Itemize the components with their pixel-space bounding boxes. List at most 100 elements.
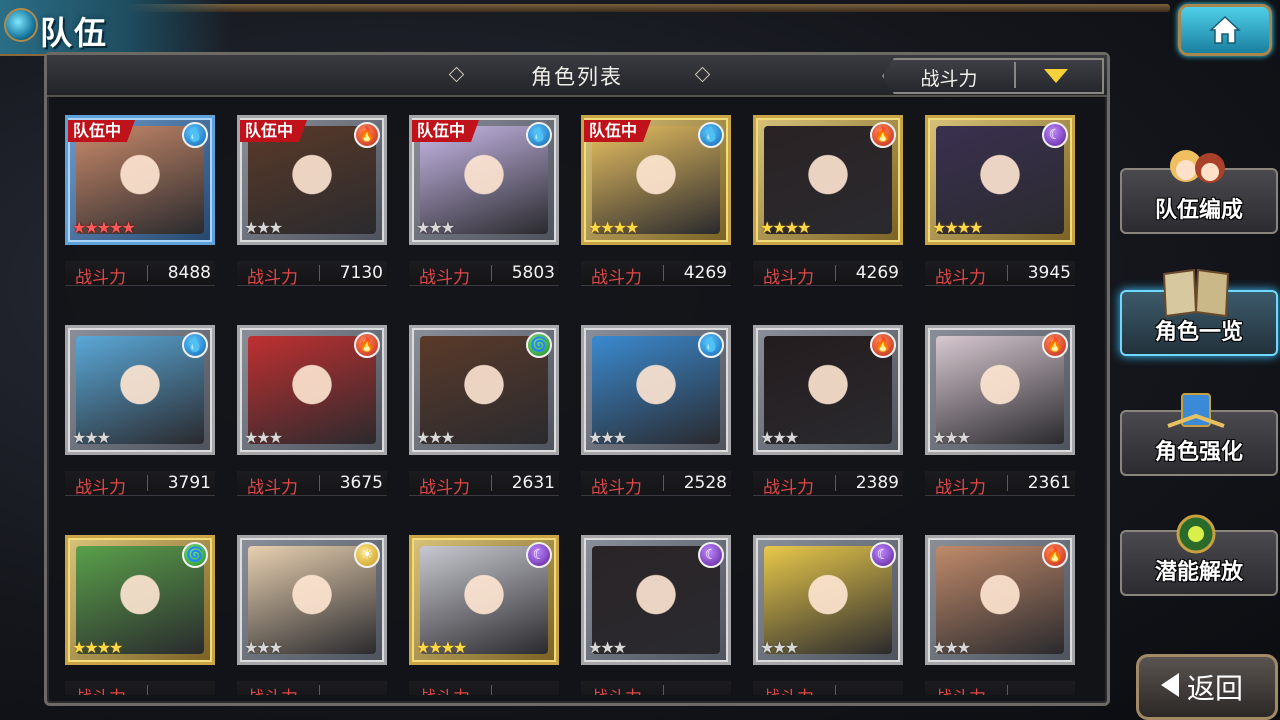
character-portrait[interactable]: ☾ ★★★★ <box>925 115 1075 245</box>
potential-unlock-button[interactable]: 潜能解放 <box>1120 514 1278 596</box>
character-portrait[interactable]: 🔥 ★★★ <box>925 535 1075 665</box>
in-team-badge: 队伍中 <box>412 120 480 142</box>
character-card[interactable]: ☾ ★★★★ 战斗力 3945 <box>925 115 1077 295</box>
star-icon: ★ <box>84 428 98 447</box>
star-icon: ★ <box>760 428 774 447</box>
character-card[interactable]: 🔥★★★ 战斗力 <box>925 535 1077 695</box>
character-portrait[interactable]: ☀ ★★★ <box>237 535 387 665</box>
character-card[interactable]: 🔥 ★★★ 战斗力 2361 <box>925 325 1077 505</box>
wind-element-icon: 🌀 <box>526 332 552 358</box>
team-edit-label: 队伍编成 <box>1154 198 1243 223</box>
home-button[interactable] <box>1178 4 1272 56</box>
character-card[interactable]: 队伍中 💧 ★★★★★ 战斗力 8488 <box>65 115 217 295</box>
character-portrait[interactable]: 队伍中 💧 ★★★ <box>409 115 559 245</box>
star-icon: ★ <box>416 638 430 657</box>
combat-power-label: 战斗力 <box>935 683 986 695</box>
character-card[interactable]: 🔥 ★★★★ 战斗力 4269 <box>753 115 905 295</box>
combat-power-value: 4269 <box>855 263 899 283</box>
panel-header: 角色列表 战斗力 <box>47 55 1107 97</box>
character-card[interactable]: 队伍中 💧 ★★★★ 战斗力 4269 <box>581 115 733 295</box>
character-card[interactable]: 🌀★★★★战斗力 <box>65 535 217 695</box>
character-card[interactable]: 🔥 ★★★ 战斗力 2389 <box>753 325 905 505</box>
character-card[interactable]: ☀★★★战斗力 <box>237 535 389 695</box>
dark-element-icon: ☾ <box>698 542 724 568</box>
sort-divider <box>1014 62 1016 88</box>
combat-power-bar: 战斗力 <box>581 681 731 695</box>
star-icon: ★ <box>109 638 123 657</box>
character-portrait[interactable]: 🌀 ★★★★ <box>65 535 215 665</box>
character-card[interactable]: ☾★★★ 战斗力 <box>581 535 733 695</box>
combat-power-label: 战斗力 <box>935 268 986 288</box>
combat-power-value: 2528 <box>683 473 727 493</box>
book-icon <box>1162 268 1230 318</box>
in-team-badge: 队伍中 <box>240 120 308 142</box>
character-card[interactable]: 🔥 ★★★ 战斗力 3675 <box>237 325 389 505</box>
power-divider <box>663 475 664 491</box>
rarity-stars: ★★★★★ <box>72 218 136 238</box>
character-portrait[interactable]: 🔥 ★★★★ <box>753 115 903 245</box>
combat-power-bar: 战斗力 3675 <box>237 471 387 498</box>
character-card[interactable]: ☾★★★★ 战斗力 <box>409 535 561 695</box>
character-card[interactable]: 队伍中 💧 ★★★ 战斗力 5803 <box>409 115 561 295</box>
fire-element-icon: 🔥 <box>354 122 380 148</box>
star-icon: ★ <box>612 428 627 447</box>
star-icon: ★ <box>588 218 602 237</box>
combat-power-value: 5803 <box>511 263 555 283</box>
combat-power-label: 战斗力 <box>419 478 470 498</box>
character-card[interactable]: 💧 ★★★ 战斗力 3791 <box>65 325 217 505</box>
fire-element-icon: 🔥 <box>1042 542 1068 568</box>
star-icon: ★ <box>244 428 258 447</box>
rarity-stars: ★★★ <box>932 428 971 448</box>
combat-power-value: 2389 <box>855 473 899 493</box>
star-icon: ★ <box>612 218 627 237</box>
star-icon: ★ <box>268 218 283 237</box>
combat-power-value: 3675 <box>339 473 383 493</box>
combat-power-bar: 战斗力 2528 <box>581 471 731 498</box>
combat-power-bar: 战斗力 2389 <box>753 471 903 498</box>
character-list-button[interactable]: 角色一览 <box>1120 268 1278 356</box>
star-icon: ★ <box>121 218 135 237</box>
combat-power-value: 3791 <box>167 473 211 493</box>
chevron-down-icon[interactable] <box>1044 69 1068 83</box>
character-portrait[interactable]: 💧 ★★★ <box>581 325 731 455</box>
combat-power-bar: 战斗力 2631 <box>409 471 559 498</box>
star-icon: ★ <box>956 428 971 447</box>
character-portrait[interactable]: 💧 ★★★ <box>65 325 215 455</box>
light-element-icon: ☀ <box>354 542 380 568</box>
character-card[interactable]: 🌀 ★★★ 战斗力 2631 <box>409 325 561 505</box>
power-divider <box>319 475 320 491</box>
character-card[interactable]: ☾★★★战斗力 <box>753 535 905 695</box>
character-portrait[interactable]: ☾ ★★★ <box>581 535 731 665</box>
combat-power-bar: 战斗力 4269 <box>753 261 903 288</box>
character-portrait[interactable]: ☾ ★★★ <box>753 535 903 665</box>
character-card[interactable]: 💧 ★★★ 战斗力 2528 <box>581 325 733 505</box>
sort-dropdown[interactable]: 战斗力 <box>882 58 1104 94</box>
back-button[interactable]: 返回 <box>1136 654 1278 720</box>
star-icon: ★ <box>72 218 86 237</box>
wind-element-icon: 🌀 <box>182 542 208 568</box>
star-icon: ★ <box>416 428 430 447</box>
character-portrait[interactable]: 🔥 ★★★ <box>753 325 903 455</box>
star-icon: ★ <box>96 428 111 447</box>
page-title: 队伍 <box>40 14 109 52</box>
team-edit-button[interactable]: 队伍编成 <box>1120 150 1278 234</box>
star-icon: ★ <box>256 218 270 237</box>
combat-power-label: 战斗力 <box>419 683 470 695</box>
title-banner: 队伍 <box>0 0 230 56</box>
character-portrait[interactable]: 队伍中 🔥 ★★★ <box>237 115 387 245</box>
star-icon: ★ <box>956 218 971 237</box>
character-enhance-button[interactable]: 角色强化 <box>1120 393 1278 476</box>
character-card[interactable]: 队伍中 🔥 ★★★ 战斗力 7130 <box>237 115 389 295</box>
power-divider <box>491 685 492 695</box>
character-portrait[interactable]: 队伍中 💧 ★★★★★ <box>65 115 215 245</box>
power-divider <box>147 475 148 491</box>
character-portrait[interactable]: 🔥 ★★★ <box>925 325 1075 455</box>
potential-orb-icon <box>1176 514 1216 554</box>
character-portrait[interactable]: 🌀 ★★★ <box>409 325 559 455</box>
star-icon: ★ <box>428 638 442 657</box>
character-portrait[interactable]: ☾ ★★★★ <box>409 535 559 665</box>
character-portrait[interactable]: 🔥 ★★★ <box>237 325 387 455</box>
dark-element-icon: ☾ <box>870 542 896 568</box>
character-portrait[interactable]: 队伍中 💧 ★★★★ <box>581 115 731 245</box>
panel-title: 角色列表 <box>531 65 623 89</box>
